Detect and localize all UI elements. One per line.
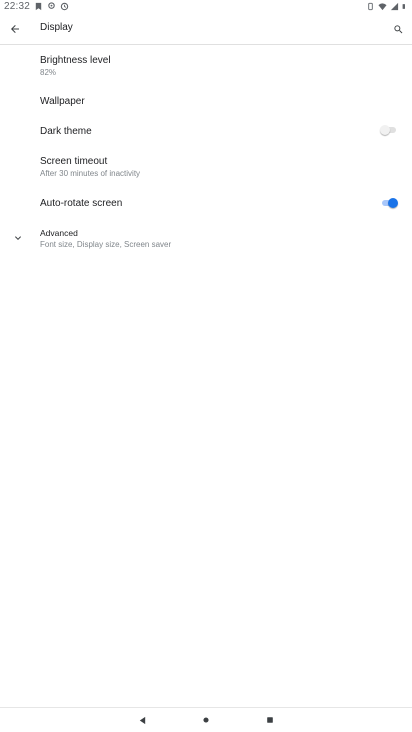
wallpaper-title: Wallpaper — [40, 96, 85, 107]
auto-rotate-toggle[interactable] — [380, 198, 398, 208]
brightness-value: 82% — [40, 68, 57, 77]
setting-screen-timeout[interactable]: Screen timeout After 30 minutes of inact… — [0, 150, 412, 184]
setting-auto-rotate[interactable]: Auto-rotate screen — [0, 192, 412, 216]
setting-dark-theme[interactable]: Dark theme — [0, 119, 412, 145]
auto-rotate-title: Auto-rotate screen — [40, 198, 123, 209]
page-title: Display — [40, 22, 73, 33]
system-status-icons — [366, 2, 408, 11]
nav-back-button[interactable] — [136, 714, 148, 726]
setting-advanced[interactable]: Advanced Font size, Display size, Screen… — [0, 224, 412, 254]
dark-theme-title: Dark theme — [40, 126, 92, 137]
location-icon — [48, 2, 55, 9]
navigation-bar — [0, 707, 412, 732]
back-button[interactable] — [4, 18, 26, 40]
vibrate-icon — [368, 2, 373, 11]
wifi-icon — [378, 3, 387, 11]
nav-home-icon — [203, 717, 209, 723]
toggle-thumb — [380, 125, 390, 135]
nav-recents-button[interactable] — [264, 714, 276, 726]
nav-home-button[interactable] — [200, 714, 212, 726]
arrow-back-icon — [11, 25, 19, 33]
search-icon — [393, 24, 402, 33]
nav-back-icon — [139, 716, 145, 724]
search-button[interactable] — [388, 19, 408, 39]
screen-timeout-title: Screen timeout — [40, 156, 108, 167]
app-bar: Display — [0, 14, 412, 45]
advanced-summary: Font size, Display size, Screen saver — [40, 240, 172, 249]
toggle-thumb — [388, 198, 398, 208]
settings-screen: 22:32 Display Brightness level 82% Wallp… — [0, 0, 412, 732]
setting-brightness-level[interactable]: Brightness level 82% — [0, 48, 412, 82]
notification-icons — [34, 2, 69, 11]
battery-icon — [402, 4, 405, 9]
setting-wallpaper[interactable]: Wallpaper — [0, 88, 412, 114]
chevron-down-icon — [15, 236, 21, 240]
status-time: 22:32 — [4, 1, 31, 12]
sync-icon — [60, 2, 69, 11]
dark-theme-toggle[interactable] — [380, 125, 398, 135]
notification-app-icon — [35, 2, 42, 11]
advanced-title: Advanced — [40, 228, 78, 238]
signal-icon — [390, 2, 399, 11]
brightness-title: Brightness level — [40, 55, 111, 66]
nav-recents-icon — [267, 717, 273, 723]
screen-timeout-value: After 30 minutes of inactivity — [40, 169, 141, 178]
status-bar: 22:32 — [0, 0, 412, 14]
